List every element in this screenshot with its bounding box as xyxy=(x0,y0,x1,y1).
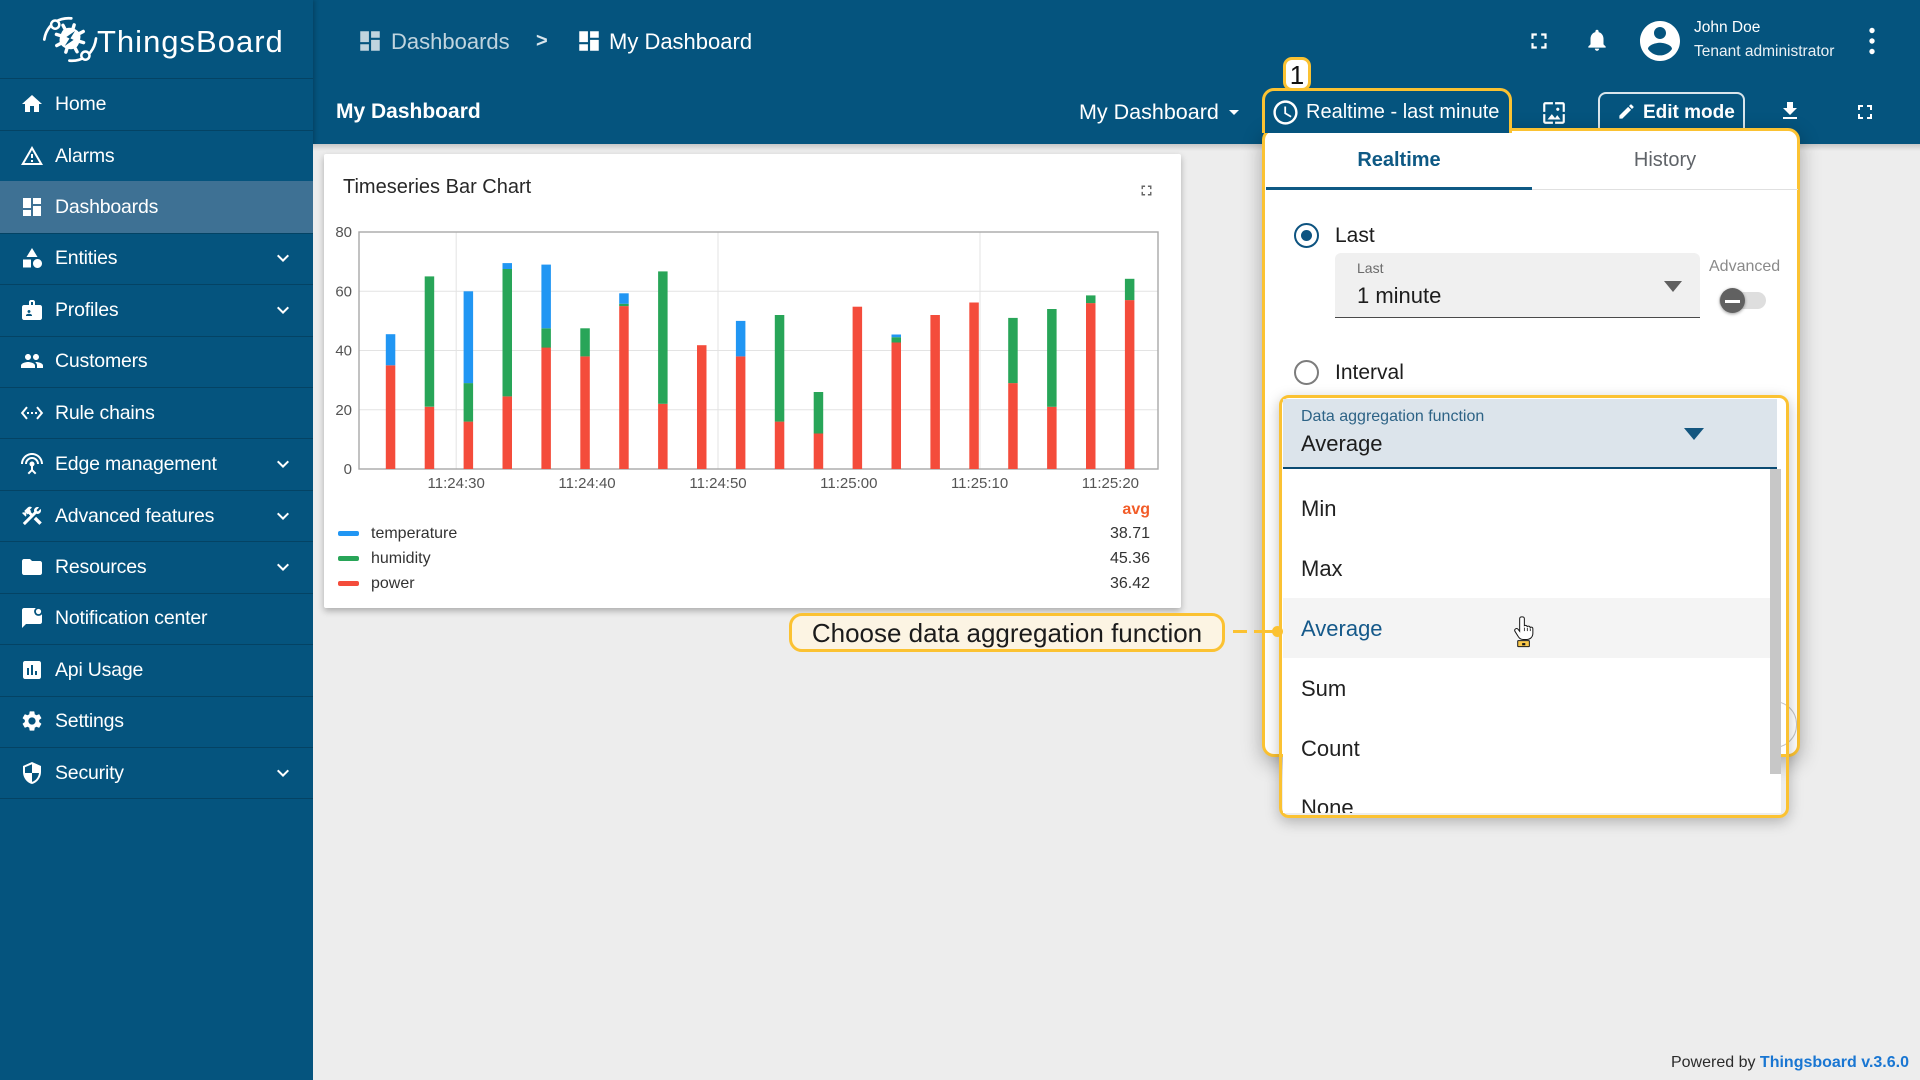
svg-text:11:24:40: 11:24:40 xyxy=(558,475,615,492)
svg-text:80: 80 xyxy=(335,224,352,241)
svg-text:11:25:10: 11:25:10 xyxy=(951,475,1008,492)
svg-text:11:25:20: 11:25:20 xyxy=(1082,475,1139,492)
svg-text:11:24:30: 11:24:30 xyxy=(428,475,485,492)
svg-text:11:24:50: 11:24:50 xyxy=(689,475,746,492)
svg-text:11:25:00: 11:25:00 xyxy=(820,475,877,492)
svg-text:60: 60 xyxy=(335,283,352,300)
svg-text:20: 20 xyxy=(335,402,352,419)
svg-text:40: 40 xyxy=(335,343,352,360)
svg-text:0: 0 xyxy=(344,461,352,478)
